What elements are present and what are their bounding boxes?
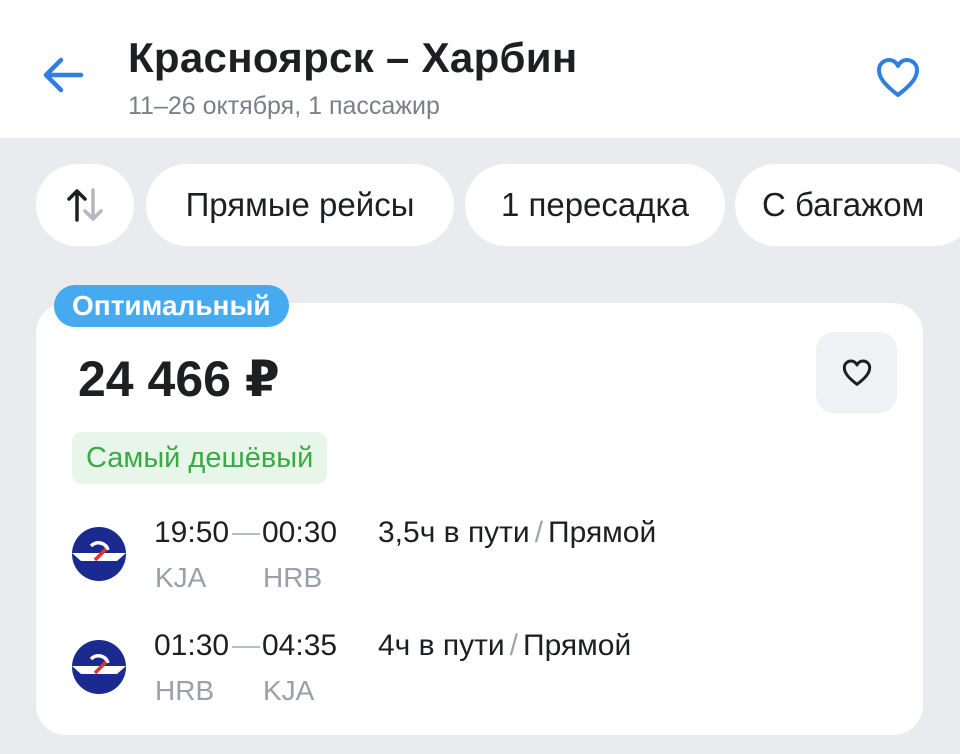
departure-airport: KJA <box>155 562 207 593</box>
filter-chip-direct[interactable]: Прямые рейсы <box>146 164 454 246</box>
duration-text: 3,5ч в пути <box>378 516 530 549</box>
aeroflot-logo-icon <box>72 527 126 581</box>
filter-chip-baggage[interactable]: С багажом <box>735 164 960 246</box>
heart-outline-icon <box>842 359 871 386</box>
duration-separator: / <box>509 629 519 662</box>
favorite-route-button[interactable] <box>870 50 926 106</box>
duration-separator: / <box>534 516 544 549</box>
filter-chip-one-transfer[interactable]: 1 пересадка <box>465 164 725 246</box>
top-bar: Красноярск – Харбин 11–26 октября, 1 пас… <box>0 0 960 138</box>
sort-arrows-icon <box>67 188 103 222</box>
route-subtitle: 11–26 октября, 1 пассажир <box>128 92 440 120</box>
flight-duration: 4ч в пути / Прямой <box>378 629 631 663</box>
flight-segment-outbound: 19:50 00:30 KJA HRB 3,5ч в пути / Прямой <box>0 512 960 612</box>
route-title: Красноярск – Харбин <box>128 34 578 81</box>
flight-type: Прямой <box>548 516 657 549</box>
arrival-time: 00:30 <box>262 516 338 549</box>
ticket-price: 24 466 ₽ <box>78 351 280 407</box>
aeroflot-logo-icon <box>72 640 126 694</box>
flight-segment-return: 01:30 04:35 HRB KJA 4ч в пути / Прямой <box>0 625 960 725</box>
arrival-airport: KJA <box>263 675 315 706</box>
departure-time: 01:30 <box>154 629 230 662</box>
back-button[interactable] <box>38 52 88 98</box>
arrival-airport: HRB <box>263 562 323 593</box>
flight-duration: 3,5ч в пути / Прямой <box>378 516 656 550</box>
cheapest-tag: Самый дешёвый <box>72 432 328 484</box>
departure-time: 19:50 <box>154 516 230 549</box>
duration-text: 4ч в пути <box>378 629 505 662</box>
arrow-left-icon <box>43 57 84 93</box>
heart-outline-icon <box>877 58 919 97</box>
time-separator <box>232 533 260 535</box>
sort-button[interactable] <box>36 164 134 246</box>
flight-type: Прямой <box>523 629 632 662</box>
arrival-time: 04:35 <box>262 629 338 662</box>
favorite-ticket-button[interactable] <box>816 332 897 413</box>
time-separator <box>232 646 260 648</box>
optimal-badge: Оптимальный <box>54 285 289 327</box>
departure-airport: HRB <box>155 675 215 706</box>
